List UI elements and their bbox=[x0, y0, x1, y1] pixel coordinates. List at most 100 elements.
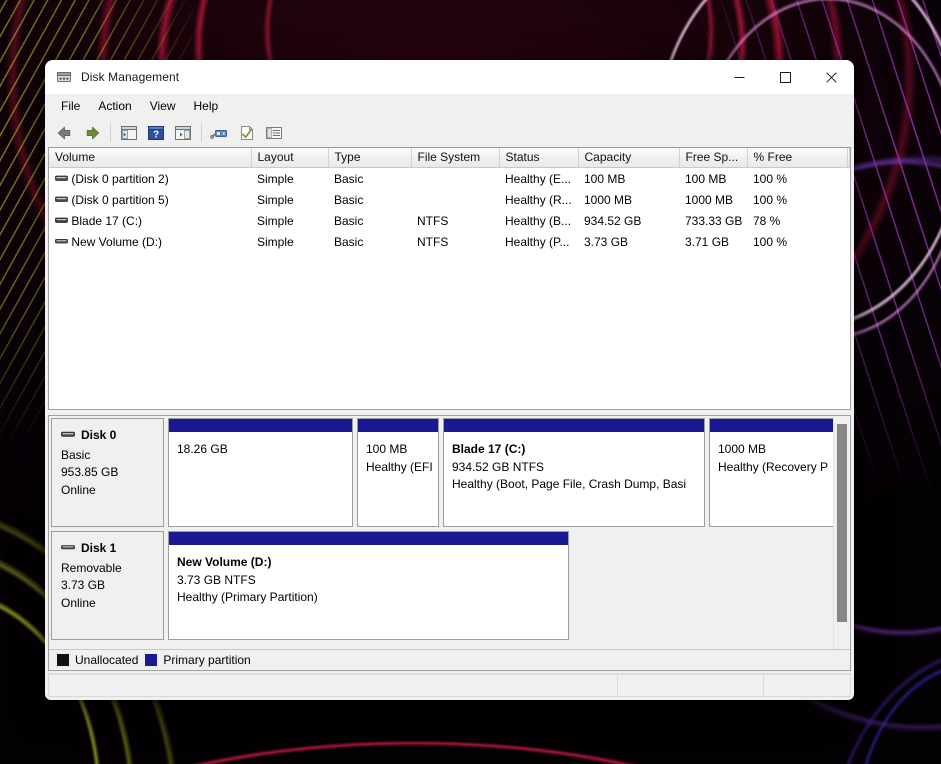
disk-info-disk-1[interactable]: Disk 1 Removable 3.73 GB Online bbox=[51, 531, 164, 640]
partition-color-bar bbox=[169, 419, 352, 433]
list-view-icon[interactable] bbox=[261, 121, 287, 145]
volume-label: Blade 17 (C:) bbox=[71, 213, 143, 228]
menu-file[interactable]: File bbox=[52, 97, 89, 115]
cell-layout: Simple bbox=[257, 234, 294, 249]
volume-drive-icon bbox=[55, 235, 71, 249]
table-row[interactable]: (Disk 0 partition 5) Simple Basic Health… bbox=[49, 189, 850, 210]
menu-bar: File Action View Help bbox=[45, 94, 854, 118]
disk-icon bbox=[61, 540, 75, 558]
partition-status: Healthy (Primary Partition) bbox=[177, 590, 318, 604]
cell-type: Basic bbox=[334, 213, 364, 228]
disk-icon bbox=[61, 427, 75, 445]
table-row[interactable]: New Volume (D:) Simple Basic NTFS Health… bbox=[49, 231, 850, 252]
disk-size: 953.85 GB bbox=[61, 465, 119, 479]
legend-label: Unallocated bbox=[75, 653, 139, 667]
column-header-percent-free[interactable]: % Free bbox=[747, 148, 848, 168]
properties-icon[interactable] bbox=[234, 121, 260, 145]
table-header-row: Volume Layout Type File System Status Ca… bbox=[49, 148, 850, 168]
partition-block[interactable]: 100 MB Healthy (EFI bbox=[357, 418, 439, 527]
column-header-capacity[interactable]: Capacity bbox=[578, 148, 680, 168]
cell-file-system bbox=[411, 168, 499, 190]
show-hide-console-tree-icon[interactable] bbox=[116, 121, 142, 145]
close-button[interactable] bbox=[808, 60, 854, 94]
menu-help[interactable]: Help bbox=[185, 97, 228, 115]
column-header-layout[interactable]: Layout bbox=[251, 148, 329, 168]
volume-list-pane[interactable]: Volume Layout Type File System Status Ca… bbox=[48, 147, 851, 410]
partition-size: 18.26 GB bbox=[177, 442, 228, 456]
partition-label: New Volume (D:) bbox=[177, 555, 272, 569]
cell-capacity: 100 MB bbox=[584, 171, 626, 186]
partition-block[interactable]: 18.26 GB bbox=[168, 418, 353, 527]
column-header-blank[interactable] bbox=[847, 148, 850, 168]
cell-volume: New Volume (D:) bbox=[49, 231, 251, 252]
disk-state: Online bbox=[61, 595, 96, 610]
disk-row-disk-1: Disk 1 Removable 3.73 GB Online New Volu… bbox=[49, 529, 850, 642]
status-bar bbox=[48, 673, 851, 697]
status-cell-2 bbox=[617, 674, 763, 697]
column-header-status[interactable]: Status bbox=[499, 148, 579, 168]
disk-name: Disk 1 bbox=[81, 541, 117, 555]
column-header-file-system[interactable]: File System bbox=[411, 148, 500, 168]
partition-color-bar bbox=[710, 419, 840, 433]
partition-strip-disk-0: 18.26 GB 100 MB Healthy (EFI Blade 17 (C… bbox=[164, 418, 850, 527]
forward-icon[interactable] bbox=[79, 121, 105, 145]
menu-action[interactable]: Action bbox=[89, 97, 140, 115]
svg-text:?: ? bbox=[153, 129, 159, 140]
table-row[interactable]: Blade 17 (C:) Simple Basic NTFS Healthy … bbox=[49, 210, 850, 231]
partition-details: 100 MB Healthy (EFI bbox=[358, 433, 438, 526]
cell-file-system: NTFS bbox=[417, 213, 449, 228]
partition-strip-spacer bbox=[573, 531, 850, 640]
scrollbar-thumb[interactable] bbox=[837, 424, 847, 622]
graphical-view-scrollbar[interactable] bbox=[833, 416, 850, 649]
disk-name: Disk 0 bbox=[81, 428, 117, 442]
graphical-view-scroll-area: Disk 0 Basic 953.85 GB Online 18.26 GB 1… bbox=[49, 416, 850, 649]
minimize-button[interactable] bbox=[716, 60, 762, 94]
cell-capacity: 934.52 GB bbox=[584, 213, 642, 228]
table-row[interactable]: (Disk 0 partition 2) Simple Basic Health… bbox=[49, 168, 850, 190]
disk-size: 3.73 GB bbox=[61, 578, 106, 592]
partition-status: Healthy (Recovery P bbox=[718, 459, 829, 474]
show-hide-action-pane-icon[interactable] bbox=[170, 121, 196, 145]
cell-type: Basic bbox=[334, 171, 364, 186]
cell-file-system bbox=[411, 189, 499, 210]
window-title: Disk Management bbox=[81, 70, 180, 84]
cell-free-space: 733.33 GB bbox=[685, 213, 743, 228]
maximize-button[interactable] bbox=[762, 60, 808, 94]
toolbar: ? bbox=[45, 118, 854, 147]
volume-label: (Disk 0 partition 2) bbox=[71, 171, 169, 186]
rescan-disks-icon[interactable] bbox=[207, 121, 233, 145]
cell-blank bbox=[847, 231, 850, 252]
volume-drive-icon bbox=[55, 214, 71, 228]
volume-label: New Volume (D:) bbox=[71, 234, 163, 249]
legend: Unallocated Primary partition bbox=[49, 649, 850, 670]
cell-capacity: 1000 MB bbox=[584, 192, 633, 207]
partition-size: 934.52 GB NTFS bbox=[452, 459, 545, 474]
cell-status: Healthy (B... bbox=[505, 213, 572, 228]
disk-type: Basic bbox=[61, 447, 91, 462]
disk-management-window: Disk Management File Action View Help ? … bbox=[45, 60, 854, 700]
partition-block[interactable]: 1000 MB Healthy (Recovery P bbox=[709, 418, 841, 527]
toolbar-separator bbox=[110, 123, 111, 142]
partition-block[interactable]: New Volume (D:) 3.73 GB NTFS Healthy (Pr… bbox=[168, 531, 569, 640]
cell-volume: Blade 17 (C:) bbox=[49, 210, 251, 231]
partition-block[interactable]: Blade 17 (C:) 934.52 GB NTFS Healthy (Bo… bbox=[443, 418, 705, 527]
cell-free-space: 1000 MB bbox=[685, 192, 734, 207]
cell-status: Healthy (P... bbox=[505, 234, 570, 249]
column-header-free-space[interactable]: Free Sp... bbox=[679, 148, 748, 168]
partition-size: 3.73 GB NTFS bbox=[177, 572, 256, 587]
partition-status: Healthy (Boot, Page File, Crash Dump, Ba… bbox=[452, 477, 687, 491]
partition-size: 100 MB bbox=[366, 442, 408, 456]
back-icon[interactable] bbox=[52, 121, 78, 145]
volume-drive-icon bbox=[55, 193, 71, 207]
disk-row-disk-0: Disk 0 Basic 953.85 GB Online 18.26 GB 1… bbox=[49, 416, 850, 529]
volume-drive-icon bbox=[55, 172, 71, 186]
help-icon[interactable]: ? bbox=[143, 121, 169, 145]
disk-info-disk-0[interactable]: Disk 0 Basic 953.85 GB Online bbox=[51, 418, 164, 527]
toolbar-separator bbox=[201, 123, 202, 142]
column-header-type[interactable]: Type bbox=[328, 148, 412, 168]
menu-view[interactable]: View bbox=[141, 97, 185, 115]
disk-title: Disk 0 bbox=[61, 427, 163, 445]
cell-layout: Simple bbox=[257, 213, 294, 228]
graphical-view-pane: Disk 0 Basic 953.85 GB Online 18.26 GB 1… bbox=[48, 415, 851, 671]
column-header-volume[interactable]: Volume bbox=[49, 148, 252, 168]
